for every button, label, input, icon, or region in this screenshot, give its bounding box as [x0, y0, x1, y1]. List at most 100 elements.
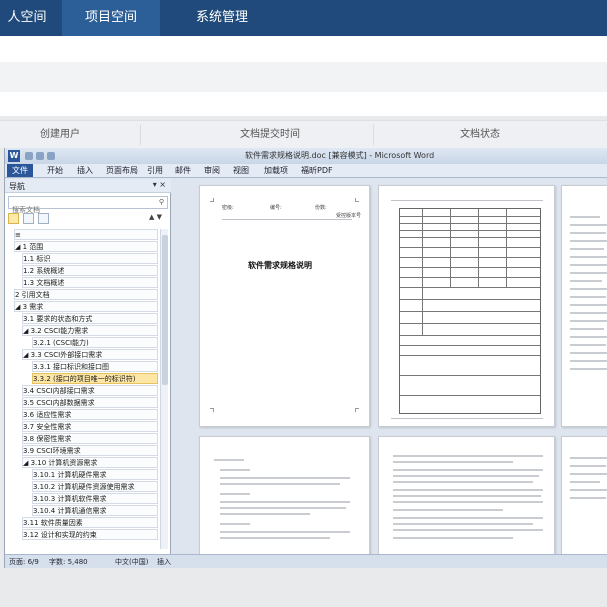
column-header-creator[interactable]: 创建用户 [0, 121, 120, 149]
nav-heading-item[interactable]: ◢ 3 需求 [14, 301, 158, 312]
status-page[interactable]: 页面: 6/9 [9, 557, 39, 567]
ribbon-tab-page-layout[interactable]: 页面布局 [106, 165, 138, 176]
table-rule [400, 323, 540, 324]
text-line [570, 280, 602, 282]
nav-heading-item[interactable]: 3.3.1 接口标识和接口图 [32, 361, 158, 372]
ribbon-tab-addins[interactable]: 加载项 [264, 165, 288, 176]
nav-heading-item[interactable]: 3.2.1 (CSCI能力) [32, 337, 158, 348]
text-line [570, 240, 607, 242]
redo-icon[interactable] [47, 152, 55, 160]
text-line [570, 336, 607, 338]
nav-heading-item[interactable]: 1.1 标识 [22, 253, 158, 264]
column-header-submit-time[interactable]: 文档提交时间 [200, 121, 340, 149]
nav-heading-item[interactable]: ◢ 3.2 CSCI能力需求 [22, 325, 158, 336]
ribbon-tab-references[interactable]: 引用 [147, 165, 163, 176]
text-line [570, 288, 607, 290]
nav-heading-item[interactable]: ◢ 3.10 计算机资源需求 [22, 457, 158, 468]
column-divider [140, 125, 141, 145]
nav-personal-space[interactable]: 人空间 [0, 0, 54, 36]
ribbon-tab-view[interactable]: 视图 [233, 165, 249, 176]
nav-heading-item[interactable]: 1.3 文档概述 [22, 277, 158, 288]
search-icon[interactable]: ⚲ [159, 198, 164, 206]
nav-heading-item[interactable]: ≡ [14, 229, 158, 240]
nav-heading-item[interactable]: 3.5 CSCI内部数据需求 [22, 397, 158, 408]
word-title-bar: W 软件需求规格说明.doc [兼容模式] - Microsoft Word [5, 148, 607, 164]
status-language[interactable]: 中文(中国) [115, 557, 148, 567]
text-line [220, 513, 310, 515]
word-preview-window: W 软件需求规格说明.doc [兼容模式] - Microsoft Word 文… [4, 148, 607, 568]
table-rule [400, 335, 540, 336]
cover-number: 编号: [270, 205, 282, 211]
text-line [570, 312, 607, 314]
nav-heading-item[interactable]: 3.10.3 计算机软件需求 [32, 493, 158, 504]
page-corner-mark [355, 408, 359, 412]
navigation-pane-header: 导航 ▾ × [5, 179, 171, 193]
document-page-cover: 密级: 编号: 份数: 受控版本号 软件需求规格说明 [199, 185, 370, 427]
filter-area [0, 62, 607, 92]
document-page-6 [561, 436, 607, 556]
save-icon[interactable] [25, 152, 33, 160]
nav-heading-item[interactable]: 3.10.4 计算机通信需求 [32, 505, 158, 516]
nav-heading-item[interactable]: 3.7 安全性需求 [22, 421, 158, 432]
navigation-pane: 导航 ▾ × ⚲ ▲ ▼ ≡◢ 1 范围1.1 标识1.2 系统概述1.3 文档… [5, 179, 171, 554]
ribbon-tab-mailings[interactable]: 邮件 [175, 165, 191, 176]
results-view-icon[interactable] [38, 213, 49, 224]
text-line [393, 489, 543, 491]
text-line [393, 529, 543, 531]
column-divider [373, 125, 374, 145]
text-line [570, 264, 607, 266]
text-line [220, 501, 350, 503]
text-line [570, 216, 600, 218]
nav-heading-item[interactable]: 3.4 CSCI内部接口需求 [22, 385, 158, 396]
nav-scrollbar-thumb[interactable] [162, 235, 168, 385]
table-rule [478, 209, 479, 287]
nav-heading-item[interactable]: 3.9 CSCI环境需求 [22, 445, 158, 456]
text-line [393, 517, 543, 519]
ribbon-tab-review[interactable]: 审阅 [204, 165, 220, 176]
nav-heading-item[interactable]: 3.1 要求的状态和方式 [22, 313, 158, 324]
nav-heading-item[interactable]: 3.10.1 计算机硬件需求 [32, 469, 158, 480]
navigation-pane-title: 导航 [9, 182, 25, 191]
table-rule [400, 345, 540, 346]
table-rule [400, 223, 540, 224]
undo-icon[interactable] [36, 152, 44, 160]
table-rule [400, 311, 540, 312]
text-line [570, 296, 606, 298]
ribbon-tab-file[interactable]: 文件 [7, 164, 33, 177]
ribbon-tab-foxit-pdf[interactable]: 福昕PDF [301, 165, 333, 176]
ribbon-tab-home[interactable]: 开始 [47, 165, 63, 176]
nav-heading-item[interactable]: 3.10.2 计算机硬件资源使用需求 [32, 481, 158, 492]
nav-heading-item[interactable]: 3.3.2 (接口的项目唯一的标识符) [32, 373, 158, 384]
nav-heading-item[interactable]: 3.12 设计和实现的约束 [22, 529, 158, 540]
nav-prev-next-arrows[interactable]: ▲ ▼ [149, 213, 162, 221]
page-corner-mark [355, 198, 359, 202]
nav-scrollbar[interactable] [160, 229, 168, 549]
text-line [393, 469, 543, 471]
headings-view-icon[interactable] [8, 213, 19, 224]
nav-project-space[interactable]: 项目空间 [62, 0, 160, 36]
table-rule [400, 287, 540, 288]
nav-heading-item[interactable]: 2 引用文档 [14, 289, 158, 300]
nav-heading-item[interactable]: 1.2 系统概述 [22, 265, 158, 276]
nav-system-management[interactable]: 系统管理 [172, 0, 272, 36]
text-line [220, 531, 350, 533]
status-insert-mode[interactable]: 插入 [157, 557, 171, 567]
nav-heading-item[interactable]: ◢ 1 范围 [14, 241, 158, 252]
text-line [393, 501, 543, 503]
pages-view-icon[interactable] [23, 213, 34, 224]
nav-heading-item[interactable]: 3.11 软件质量因素 [22, 517, 158, 528]
ribbon-tab-insert[interactable]: 插入 [77, 165, 93, 176]
nav-heading-item[interactable]: ◢ 3.3 CSCI外部接口需求 [22, 349, 158, 360]
text-line [393, 523, 533, 525]
text-line [220, 537, 330, 539]
text-line [570, 304, 607, 306]
nav-heading-item[interactable]: 3.6 适应性需求 [22, 409, 158, 420]
table-rule [400, 237, 540, 238]
status-word-count[interactable]: 字数: 5,480 [49, 557, 88, 567]
text-line [220, 469, 250, 471]
column-header-doc-status[interactable]: 文档状态 [410, 121, 550, 149]
table-header: 创建用户 文档提交时间 文档状态 [0, 120, 607, 148]
close-icon[interactable]: ▾ × [153, 180, 166, 189]
nav-heading-item[interactable]: 3.8 保密性需求 [22, 433, 158, 444]
text-line [570, 320, 607, 322]
